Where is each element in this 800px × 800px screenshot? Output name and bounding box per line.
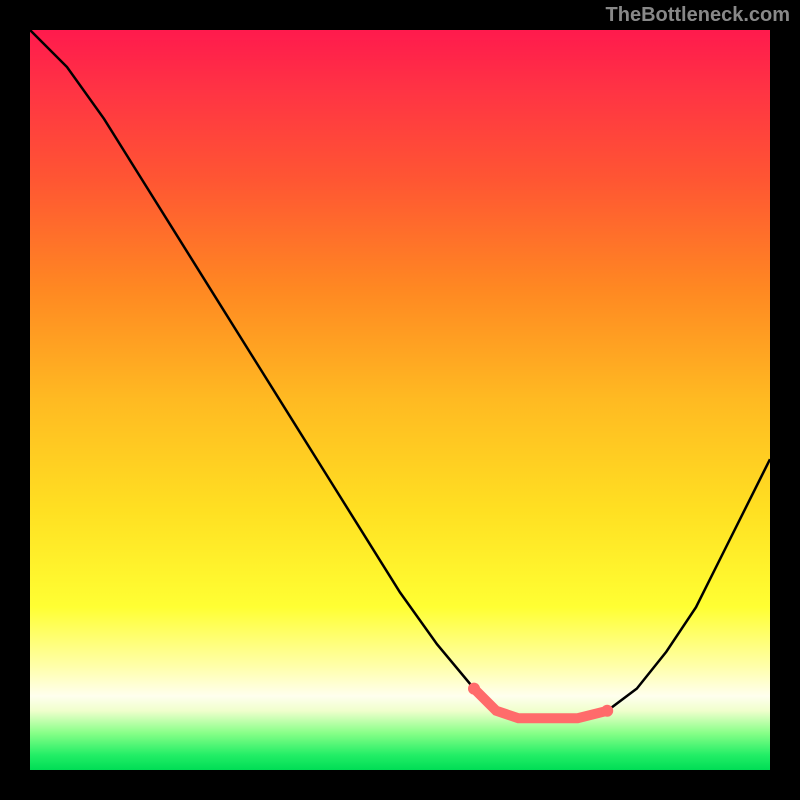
highlight-end-dot bbox=[601, 705, 613, 717]
highlight-end-dot bbox=[468, 683, 480, 695]
plot-area bbox=[30, 30, 770, 770]
watermark-text: TheBottleneck.com bbox=[606, 4, 790, 27]
optimal-range-highlight bbox=[474, 689, 607, 719]
bottleneck-curve bbox=[30, 30, 770, 718]
curve-svg bbox=[30, 30, 770, 770]
